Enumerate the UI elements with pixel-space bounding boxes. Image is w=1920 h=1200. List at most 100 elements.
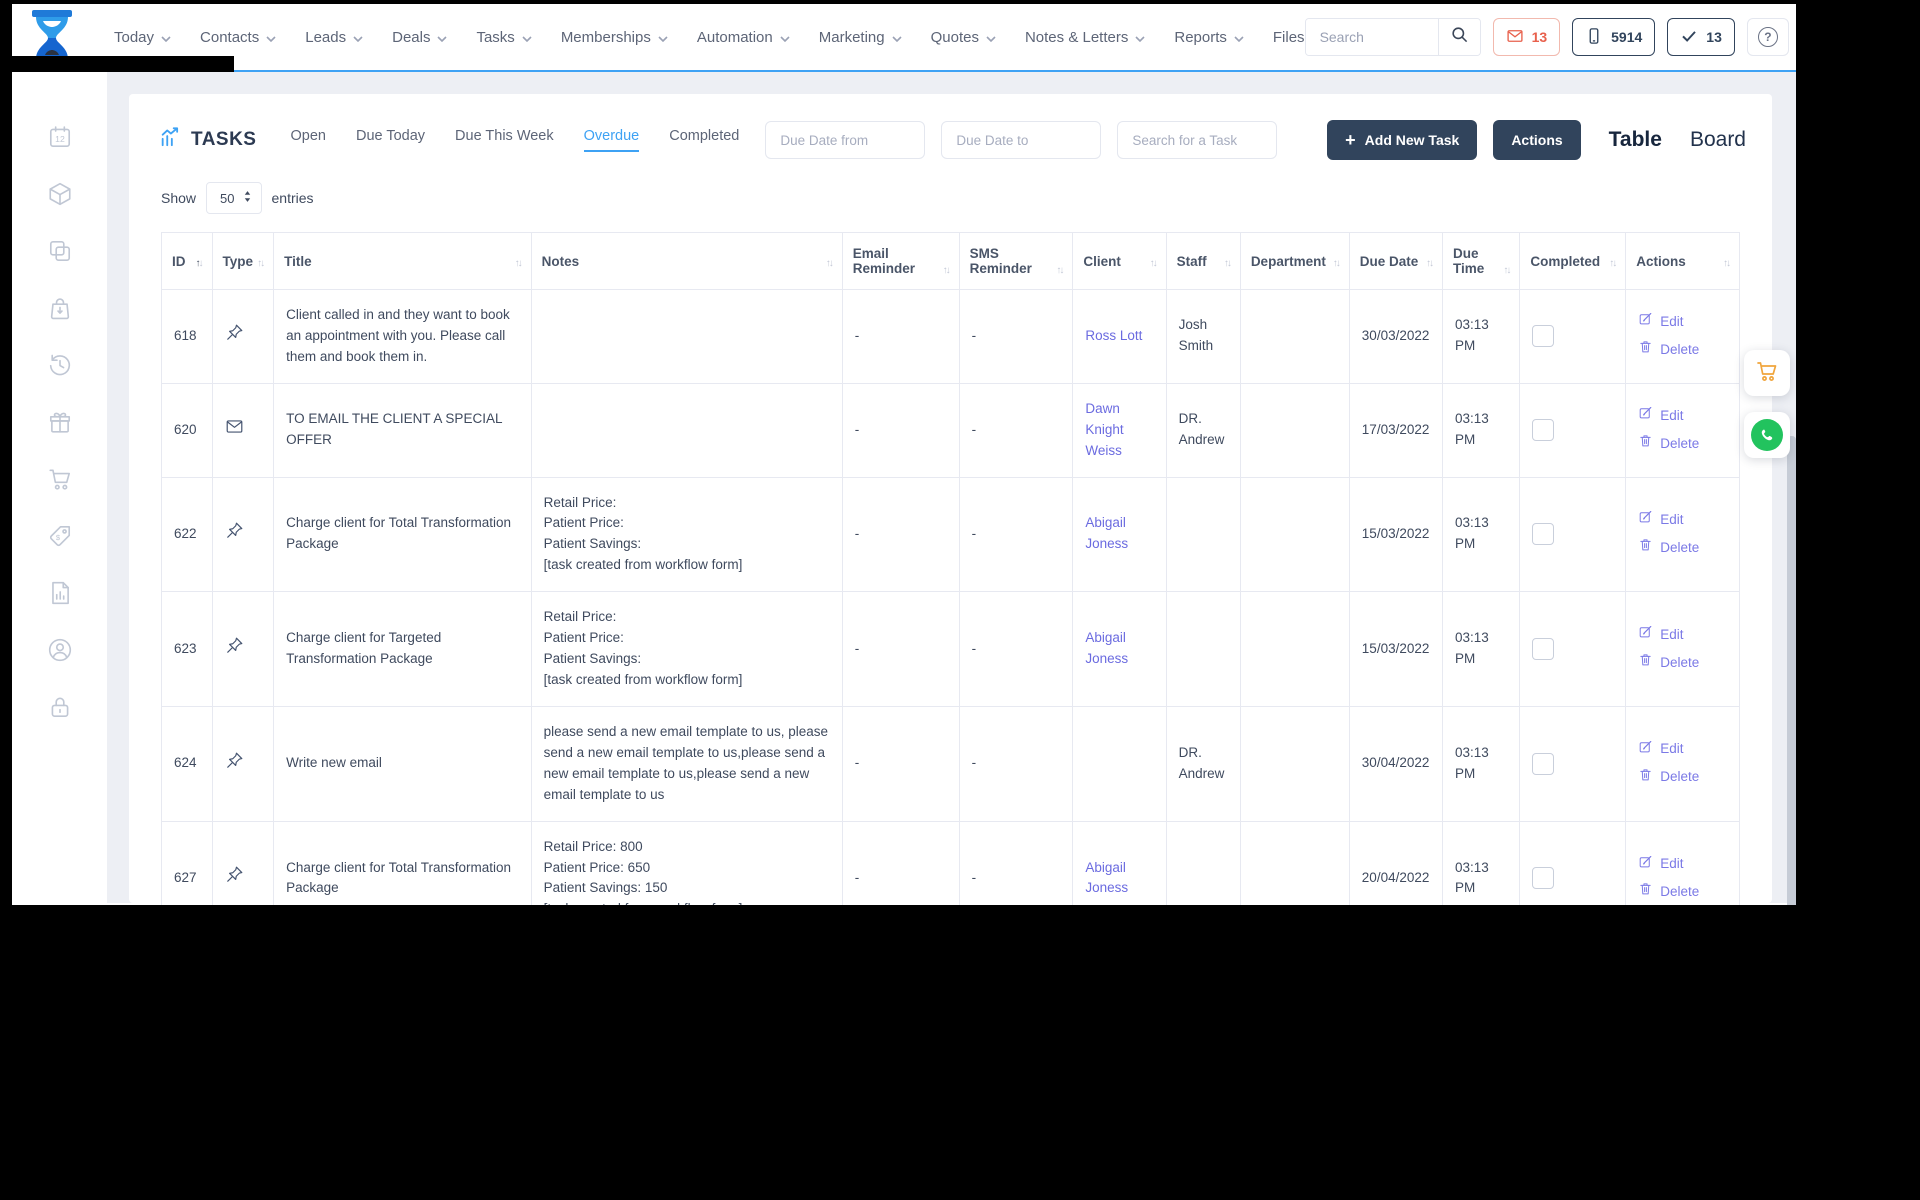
sort-arrows-icon[interactable]: ↑↓ xyxy=(943,265,951,276)
sort-arrows-icon[interactable]: ↑↓ xyxy=(1150,258,1158,269)
nav-item-notes-letters[interactable]: Notes & Letters xyxy=(1025,29,1145,46)
report-doc-icon[interactable] xyxy=(47,580,73,606)
edit-task-link[interactable]: Edit xyxy=(1638,854,1727,876)
basket-float-button[interactable] xyxy=(1744,350,1790,396)
cube-icon[interactable] xyxy=(47,181,73,207)
client-link[interactable]: Abigail Joness xyxy=(1085,515,1128,551)
column-header-staff[interactable]: Staff ↑↓ xyxy=(1165,232,1241,290)
cell-client: Abigail Joness xyxy=(1072,820,1167,905)
completed-checkbox[interactable] xyxy=(1532,523,1555,546)
calendar-12-icon[interactable]: 12 xyxy=(47,124,73,150)
column-header-title[interactable]: Title ↑↓ xyxy=(273,232,532,290)
edit-task-link[interactable]: Edit xyxy=(1638,624,1727,646)
nav-item-files[interactable]: Files xyxy=(1273,29,1305,46)
help-button[interactable]: ? xyxy=(1746,18,1789,56)
view-toggle-table[interactable]: Table xyxy=(1609,128,1662,152)
edit-task-link[interactable]: Edit xyxy=(1638,311,1727,333)
client-link[interactable]: Abigail Joness xyxy=(1085,630,1128,666)
nav-item-tasks[interactable]: Tasks xyxy=(476,29,532,46)
lock-icon[interactable] xyxy=(47,694,73,720)
tab-completed[interactable]: Completed xyxy=(669,128,739,152)
nav-item-reports[interactable]: Reports xyxy=(1174,29,1244,46)
gift-icon[interactable] xyxy=(47,409,73,435)
nav-item-leads[interactable]: Leads xyxy=(305,29,363,46)
nav-item-automation[interactable]: Automation xyxy=(697,29,790,46)
delete-task-link[interactable]: Delete xyxy=(1638,339,1727,361)
client-link[interactable]: Ross Lott xyxy=(1085,328,1142,343)
history-icon[interactable] xyxy=(47,352,73,378)
column-header-completed[interactable]: Completed ↑↓ xyxy=(1519,232,1627,290)
completed-checkbox[interactable] xyxy=(1532,638,1555,661)
edit-task-link[interactable]: Edit xyxy=(1638,509,1727,531)
column-header-client[interactable]: Client ↑↓ xyxy=(1072,232,1167,290)
shopping-bag-icon[interactable] xyxy=(47,295,73,321)
price-tag-icon[interactable]: $ xyxy=(47,523,73,549)
add-new-task-button[interactable]: + Add New Task xyxy=(1327,120,1478,160)
search-button[interactable] xyxy=(1437,19,1480,55)
sort-arrows-icon[interactable]: ↑↓ xyxy=(1723,258,1731,269)
search-input[interactable] xyxy=(1305,19,1438,55)
column-header-due-date[interactable]: Due Date ↑↓ xyxy=(1348,232,1443,290)
nav-item-deals[interactable]: Deals xyxy=(392,29,448,46)
cart-icon[interactable] xyxy=(47,466,73,492)
email-notifications-badge[interactable]: 13 xyxy=(1492,18,1561,56)
sort-arrows-icon[interactable]: ↑↓ xyxy=(257,258,265,269)
nav-item-quotes[interactable]: Quotes xyxy=(931,29,996,46)
tab-due-this-week[interactable]: Due This Week xyxy=(455,128,554,152)
vertical-scrollbar[interactable] xyxy=(1787,436,1796,905)
svg-text:$: $ xyxy=(55,533,60,542)
svg-text:12: 12 xyxy=(55,134,65,144)
chevron-down-icon xyxy=(161,29,171,46)
whatsapp-float-button[interactable] xyxy=(1744,412,1790,458)
column-header-department[interactable]: Department ↑↓ xyxy=(1239,232,1350,290)
nav-item-memberships[interactable]: Memberships xyxy=(561,29,668,46)
delete-task-link[interactable]: Delete xyxy=(1638,881,1727,903)
column-header-inner: Department ↑↓ xyxy=(1251,254,1341,269)
client-link[interactable]: Abigail Joness xyxy=(1085,860,1128,896)
view-toggle-board[interactable]: Board xyxy=(1690,128,1746,152)
nav-item-contacts[interactable]: Contacts xyxy=(200,29,276,46)
delete-task-link[interactable]: Delete xyxy=(1638,537,1727,559)
user-circle-icon[interactable] xyxy=(47,637,73,663)
column-header-id[interactable]: ID ↑↓ xyxy=(161,232,213,290)
completed-checkbox[interactable] xyxy=(1532,325,1555,348)
sort-arrows-icon[interactable]: ↑↓ xyxy=(826,258,834,269)
due-date-to-input[interactable] xyxy=(941,121,1102,159)
column-header-type[interactable]: Type ↑↓ xyxy=(211,232,275,290)
column-header-sms-reminder[interactable]: SMS Reminder ↑↓ xyxy=(958,232,1074,290)
sort-arrows-icon[interactable]: ↑↓ xyxy=(1609,258,1617,269)
column-header-email-reminder[interactable]: Email Reminder ↑↓ xyxy=(841,232,960,290)
sms-notifications-badge[interactable]: 5914 xyxy=(1572,18,1656,56)
column-header-due-time[interactable]: Due Time ↑↓ xyxy=(1441,232,1521,290)
nav-item-marketing[interactable]: Marketing xyxy=(819,29,902,46)
client-link[interactable]: Dawn Knight Weiss xyxy=(1085,401,1123,458)
sort-arrows-icon[interactable]: ↑↓ xyxy=(515,258,523,269)
due-date-from-input[interactable] xyxy=(765,121,926,159)
tab-due-today[interactable]: Due Today xyxy=(356,128,425,152)
completed-checkbox[interactable] xyxy=(1532,752,1555,775)
delete-task-link[interactable]: Delete xyxy=(1638,767,1727,789)
nav-item-today[interactable]: Today xyxy=(114,29,171,46)
column-header-actions[interactable]: Actions ↑↓ xyxy=(1625,232,1740,290)
entries-per-page-select[interactable]: 50 xyxy=(206,182,262,214)
actions-button[interactable]: Actions xyxy=(1493,120,1581,160)
completed-checkbox[interactable] xyxy=(1532,419,1555,442)
delete-task-link[interactable]: Delete xyxy=(1638,433,1727,455)
copy-icon[interactable] xyxy=(47,238,73,264)
tab-overdue[interactable]: Overdue xyxy=(583,128,640,152)
task-search-input[interactable] xyxy=(1117,121,1278,159)
completed-checkbox[interactable] xyxy=(1532,867,1555,890)
sort-arrows-icon[interactable]: ↑↓ xyxy=(196,258,204,269)
column-header-notes[interactable]: Notes ↑↓ xyxy=(530,232,843,290)
tab-open[interactable]: Open xyxy=(290,128,325,152)
sort-arrows-icon[interactable]: ↑↓ xyxy=(1503,265,1511,276)
cell-department xyxy=(1239,820,1350,905)
tasks-notifications-badge[interactable]: 13 xyxy=(1667,18,1735,56)
sort-arrows-icon[interactable]: ↑↓ xyxy=(1426,258,1434,269)
sort-arrows-icon[interactable]: ↑↓ xyxy=(1224,258,1232,269)
sort-arrows-icon[interactable]: ↑↓ xyxy=(1333,258,1341,269)
sort-arrows-icon[interactable]: ↑↓ xyxy=(1056,265,1064,276)
edit-task-link[interactable]: Edit xyxy=(1638,405,1727,427)
delete-task-link[interactable]: Delete xyxy=(1638,652,1727,674)
edit-task-link[interactable]: Edit xyxy=(1638,739,1727,761)
